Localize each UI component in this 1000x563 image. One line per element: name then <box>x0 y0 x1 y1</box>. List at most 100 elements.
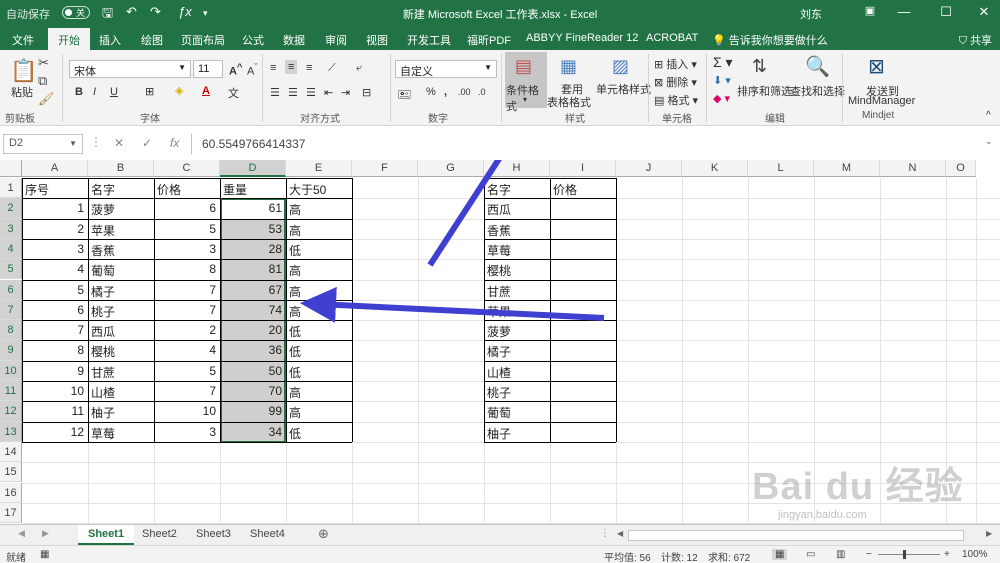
copy-icon[interactable]: ⧉ <box>38 73 47 89</box>
zoom-level[interactable]: 100% <box>962 549 988 560</box>
tab-foxit-pdf[interactable]: 福昕PDF <box>467 32 511 48</box>
insert-cells-button[interactable]: ⊞ 插入 ▾ <box>654 56 697 72</box>
tab-draw[interactable]: 绘图 <box>141 32 163 48</box>
formula-input[interactable]: 60.5549766414337 <box>202 137 305 151</box>
orientation-icon[interactable]: ⟋ <box>328 62 336 75</box>
borders-icon[interactable]: ⊞ <box>145 85 154 98</box>
tab-data[interactable]: 数据 <box>283 32 305 48</box>
scroll-left-icon[interactable]: ◀ <box>18 528 25 539</box>
hscroll-left-icon[interactable]: ◀ <box>617 529 623 538</box>
add-sheet-icon[interactable]: ⊕ <box>318 526 329 542</box>
tell-me-search[interactable]: 💡 告诉我你想要做什么 <box>712 32 828 48</box>
align-top-icon[interactable]: ≡ <box>270 62 276 74</box>
name-box[interactable]: D2 ▼ <box>3 134 83 154</box>
font-name-select[interactable]: 宋体 ▼ <box>69 60 191 78</box>
format-as-table-label-2[interactable]: 表格格式 <box>547 94 591 110</box>
decrease-font-icon[interactable]: Aˇ <box>247 62 257 78</box>
ribbon-options-icon[interactable]: ▣ <box>860 4 880 17</box>
send-to-mindmanager-label-2[interactable]: MindManager <box>848 95 915 107</box>
tab-review[interactable]: 审阅 <box>325 32 347 48</box>
tab-file[interactable]: 文件 <box>12 32 34 48</box>
tab-abbyy[interactable]: ABBYY FineReader 12 <box>526 32 638 44</box>
format-painter-icon[interactable]: 🖌 <box>38 91 55 107</box>
increase-decimal-icon[interactable]: .00 <box>458 87 471 97</box>
format-cells-button[interactable]: ▤ 格式 ▾ <box>654 92 698 108</box>
italic-icon[interactable]: I <box>93 86 96 98</box>
user-name[interactable]: 刘东 <box>800 6 822 22</box>
format-as-table-icon[interactable]: ▦ <box>560 56 577 77</box>
sheet-tab-sheet1[interactable]: Sheet1 <box>78 525 135 545</box>
accounting-format-icon[interactable]: 🖭 <box>398 86 411 105</box>
sheet-tab-sheet4[interactable]: Sheet4 <box>240 525 295 545</box>
hscroll-right-icon[interactable]: ▶ <box>986 529 992 538</box>
close-icon[interactable]: ✕ <box>974 4 994 20</box>
macro-record-icon[interactable]: ▦ <box>40 549 49 560</box>
splitter-icon[interactable]: ⋮ <box>600 528 610 539</box>
font-size-select[interactable]: 11 <box>193 60 223 78</box>
percent-icon[interactable]: % <box>426 86 436 98</box>
insert-function-icon[interactable]: fx <box>170 136 179 150</box>
worksheet-grid[interactable]: A B C D E F G H I J K L M N O 1 2 3 4 5 6 7 8 9 10 11 12 13 14 15 16 17… <box>0 160 1000 525</box>
scroll-right-icon[interactable]: ▶ <box>42 528 49 539</box>
enter-icon[interactable]: ✓ <box>142 136 152 150</box>
font-color-icon[interactable]: A <box>202 85 210 97</box>
underline-icon[interactable]: U <box>110 86 118 98</box>
decrease-decimal-icon[interactable]: .0 <box>478 87 486 97</box>
tab-acrobat[interactable]: ACROBAT <box>646 32 698 44</box>
sheet-tab-sheet3[interactable]: Sheet3 <box>186 525 241 545</box>
sheet-tab-sheet2[interactable]: Sheet2 <box>132 525 187 545</box>
find-select-icon[interactable]: 🔍 <box>805 54 830 79</box>
paste-icon[interactable]: 📋 <box>10 58 37 84</box>
align-right-icon[interactable]: ☰ <box>306 86 316 99</box>
tab-home[interactable]: 开始 <box>48 28 90 50</box>
tab-view[interactable]: 视图 <box>366 32 388 48</box>
tab-developer[interactable]: 开发工具 <box>407 32 451 48</box>
cell-styles-icon[interactable]: ▨ <box>612 56 629 77</box>
clear-icon[interactable]: ◆ ▾ <box>713 92 730 105</box>
increase-font-icon[interactable]: A^ <box>229 62 242 78</box>
tab-page-layout[interactable]: 页面布局 <box>181 32 225 48</box>
align-left-icon[interactable]: ☰ <box>270 86 280 99</box>
normal-view-icon[interactable]: ▦ <box>772 549 788 560</box>
sort-filter-icon[interactable]: ⇅ <box>752 56 767 77</box>
cancel-icon[interactable]: ✕ <box>114 136 124 150</box>
collapse-ribbon-icon[interactable]: ^ <box>986 110 991 121</box>
zoom-in-icon[interactable]: + <box>944 549 950 560</box>
page-break-view-icon[interactable]: ▥ <box>836 549 845 560</box>
autosum-icon[interactable]: Σ ▾ <box>713 54 733 71</box>
zoom-slider[interactable] <box>878 554 940 555</box>
number-format-select[interactable]: 自定义 ▼ <box>395 60 497 78</box>
align-center-icon[interactable]: ☰ <box>288 86 298 99</box>
mindmanager-icon[interactable]: ⊠ <box>868 54 885 79</box>
zoom-out-icon[interactable]: − <box>866 549 872 560</box>
sort-filter-button[interactable]: 排序和筛选 <box>737 83 792 99</box>
zoom-slider-thumb[interactable] <box>903 550 906 559</box>
cut-icon[interactable]: ✂ <box>38 55 49 71</box>
comma-style-icon[interactable]: , <box>444 86 447 98</box>
minimize-icon[interactable]: — <box>894 4 914 19</box>
increase-indent-icon[interactable]: ⇥ <box>341 86 350 99</box>
conditional-formatting-button[interactable]: ▤ 条件格式 ▾ <box>505 52 547 113</box>
align-middle-icon[interactable]: ≡ <box>285 60 298 74</box>
number-format-value: 自定义 <box>400 66 433 78</box>
expand-formula-bar-icon[interactable]: ⌄ <box>985 136 993 147</box>
tab-formulas[interactable]: 公式 <box>242 32 264 48</box>
page-layout-view-icon[interactable]: ▭ <box>806 549 815 560</box>
bold-icon[interactable]: B <box>75 86 83 98</box>
merge-center-icon[interactable]: ⊟ <box>362 86 371 99</box>
fill-color-icon[interactable]: ◈ <box>175 84 183 97</box>
maximize-icon[interactable]: ☐ <box>936 4 956 20</box>
wrap-text-icon[interactable]: ⤶ <box>356 62 362 75</box>
chevron-down-icon: ▼ <box>178 63 186 72</box>
phonetic-icon[interactable]: 文 <box>228 85 239 101</box>
cell-styles-label[interactable]: 单元格样式 <box>596 81 651 97</box>
fill-icon[interactable]: ⬇ ▾ <box>713 74 731 87</box>
horizontal-scrollbar[interactable] <box>628 530 964 541</box>
decrease-indent-icon[interactable]: ⇤ <box>324 86 333 99</box>
delete-cells-button[interactable]: ⊠ 删除 ▾ <box>654 74 697 90</box>
paste-button[interactable]: 粘贴 <box>11 84 33 100</box>
tab-insert[interactable]: 插入 <box>99 32 121 48</box>
find-select-button[interactable]: 查找和选择 <box>790 83 845 99</box>
align-bottom-icon[interactable]: ≡ <box>306 62 312 74</box>
share-button[interactable]: ⛉ 共享 <box>959 32 992 48</box>
